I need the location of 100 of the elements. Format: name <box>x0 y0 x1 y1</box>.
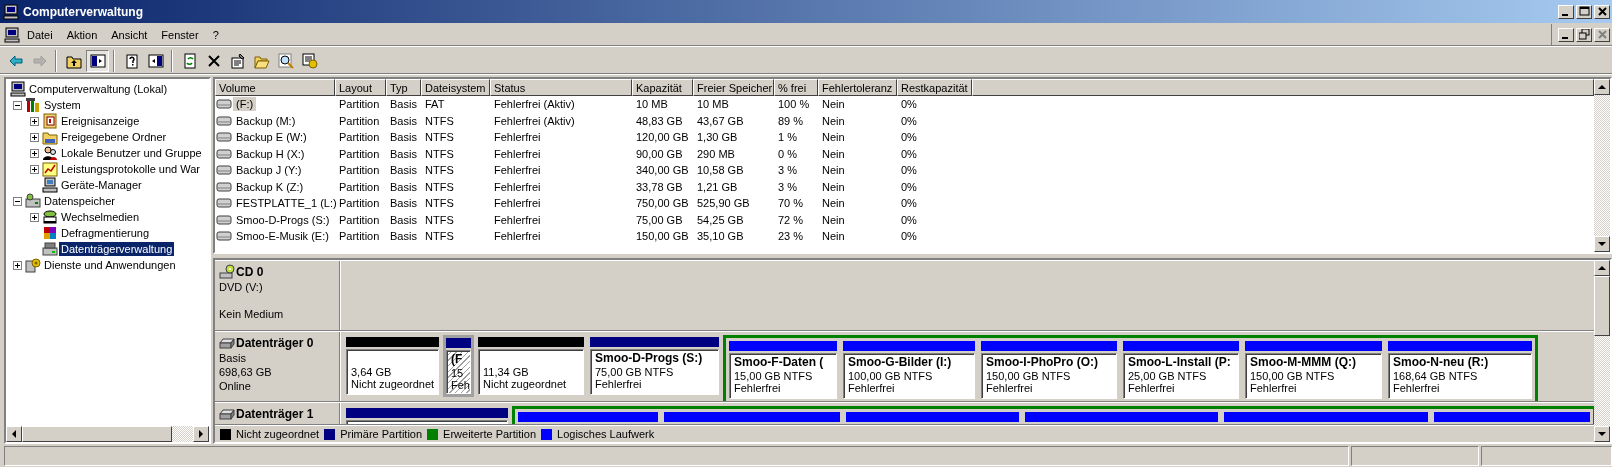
minimize-button[interactable] <box>1558 27 1574 42</box>
partition-size: 75,00 GB NTFS <box>595 365 675 378</box>
table-cell: 90,00 GB <box>636 147 683 160</box>
restore-button[interactable] <box>1576 27 1592 42</box>
folder-icon <box>42 129 58 145</box>
vertical-scrollbar[interactable] <box>1594 79 1610 253</box>
close-button[interactable] <box>1594 27 1610 42</box>
partition-size: 168,64 GB NTFS <box>1393 369 1479 382</box>
maximize-button[interactable] <box>1576 4 1592 19</box>
scroll-left-button[interactable] <box>6 426 22 442</box>
horizontal-scrollbar[interactable] <box>6 426 209 442</box>
menu-item[interactable]: Fenster <box>154 26 206 43</box>
expand-toggle[interactable] <box>30 148 39 158</box>
partition-block[interactable]: Smoo-N-neu (R:) 168,64 GB NTFS Fehlerfrei <box>1386 338 1534 401</box>
table-cell: 23 % <box>778 230 804 243</box>
partition-block[interactable]: 3,64 GB Nicht zugeordnet <box>344 334 441 397</box>
column-header[interactable]: % frei <box>774 79 818 96</box>
partition-name: (F <box>451 352 464 367</box>
volume-name[interactable]: Backup (M:) <box>233 113 299 128</box>
volume-name[interactable]: (F:) <box>233 97 257 112</box>
collapse-toggle[interactable] <box>13 100 22 110</box>
gear-icon <box>25 257 41 273</box>
tree-item[interactable]: Ereignisanzeige <box>59 114 142 128</box>
table-cell: 0% <box>901 197 917 210</box>
expand-toggle[interactable] <box>13 260 22 270</box>
table-cell: Nein <box>822 131 845 144</box>
minimize-button[interactable] <box>1558 4 1574 19</box>
partition-block[interactable]: Smoo-G-Bilder (I:) 100,00 GB NTFS Fehlerfrei <box>841 338 977 401</box>
table-cell: 0% <box>901 180 917 193</box>
volume-name[interactable]: FESTPLATTE_1 (L:) <box>233 196 340 211</box>
partition-block[interactable]: 11,34 GB Nicht zugeordnet <box>476 334 586 397</box>
search-icon <box>277 52 294 69</box>
scroll-up-button[interactable] <box>1594 260 1610 276</box>
scroll-right-button[interactable] <box>193 426 209 442</box>
show-hide-tree-button[interactable] <box>86 49 109 72</box>
volume-name[interactable]: Backup E (W:) <box>233 130 310 145</box>
tree-item[interactable]: Lokale Benutzer und Gruppe <box>59 146 204 160</box>
scrollbar-thumb[interactable] <box>22 426 172 442</box>
tree-item[interactable]: Dienste und Anwendungen <box>42 258 178 272</box>
drive-icon <box>25 193 41 209</box>
table-cell: Nein <box>822 180 845 193</box>
expand-toggle[interactable] <box>30 132 39 142</box>
volume-name[interactable]: Backup J (Y:) <box>233 163 305 178</box>
tree-item[interactable]: Datenspeicher <box>42 194 117 208</box>
tree-item[interactable]: Leistungsprotokolle und War <box>59 162 202 176</box>
partition-block[interactable]: Smoo-F-Daten ( 15,00 GB NTFS Fehlerfrei <box>727 338 839 401</box>
column-header[interactable]: Volume <box>215 79 335 96</box>
column-header[interactable]: Restkapazität <box>897 79 972 96</box>
volume-name[interactable]: Smoo-D-Progs (S:) <box>233 212 333 227</box>
table-cell: Partition <box>339 197 380 210</box>
table-cell: 150,00 GB <box>636 230 689 243</box>
tree-item[interactable]: Wechselmedien <box>59 210 142 224</box>
partition-name: Smoo-N-neu (R:) <box>1393 355 1490 370</box>
table-cell: 1,30 GB <box>697 131 738 144</box>
column-header[interactable]: Freier Speicher <box>693 79 774 96</box>
tree-item[interactable]: Geräte-Manager <box>59 178 144 192</box>
tree-item[interactable]: Freigegebene Ordner <box>59 130 169 144</box>
expand-toggle[interactable] <box>30 164 39 174</box>
legend-label: Nicht zugeordnet <box>236 428 320 441</box>
scrollbar-thumb[interactable] <box>1594 276 1610 336</box>
column-header[interactable]: Status <box>490 79 632 96</box>
partition-block[interactable]: Smoo-M-MMM (Q:) 150,00 GB NTFS Fehlerfrei <box>1243 338 1384 401</box>
table-cell: Partition <box>339 131 380 144</box>
partition-block[interactable]: Smoo-I-PhoPro (O:) 150,00 GB NTFS Fehlerfrei <box>979 338 1119 401</box>
table-cell: 89 % <box>778 114 804 127</box>
table-cell: 100 % <box>778 98 810 111</box>
table-cell: 0% <box>901 98 917 111</box>
disk-name: Datenträger 1 <box>236 406 314 421</box>
table-cell: Basis <box>390 131 417 144</box>
partition-block[interactable]: Smoo-L-Install (P: 25,00 GB NTFS Fehlerfrei <box>1121 338 1241 401</box>
menu-item[interactable]: ? <box>205 26 226 43</box>
expand-toggle[interactable] <box>30 116 39 126</box>
column-header[interactable]: Typ <box>386 79 421 96</box>
tree-item[interactable]: Computerverwaltung (Lokal) <box>27 82 170 96</box>
scroll-down-button[interactable] <box>1594 426 1610 442</box>
vertical-scrollbar[interactable] <box>1594 260 1610 442</box>
expand-toggle[interactable] <box>30 212 39 222</box>
legend-label: Erweiterte Partition <box>443 428 537 441</box>
column-header[interactable]: Layout <box>335 79 386 96</box>
triangle-icon <box>10 430 18 438</box>
column-header[interactable]: Dateisystem <box>421 79 490 96</box>
legend-label: Logisches Laufwerk <box>557 428 655 441</box>
volume-name[interactable]: Backup K (Z:) <box>233 179 307 194</box>
volume-name[interactable]: Backup H (X:) <box>233 146 308 161</box>
tree-item[interactable]: Defragmentierung <box>59 226 152 240</box>
column-header[interactable]: Fehlertoleranz <box>818 79 897 96</box>
menu-item[interactable]: Ansicht <box>104 26 155 43</box>
menu-item[interactable]: Datei <box>20 26 60 43</box>
partition-block[interactable]: Smoo-D-Progs (S:) 75,00 GB NTFS Fehlerfrei <box>588 334 721 397</box>
scroll-up-button[interactable] <box>1594 79 1610 95</box>
close-button[interactable] <box>1594 4 1610 19</box>
column-header[interactable]: Kapazität <box>632 79 693 96</box>
collapse-toggle[interactable] <box>13 196 22 206</box>
tree-item[interactable]: System <box>42 98 83 112</box>
partition-name: Smoo-D-Progs (S:) <box>595 351 704 366</box>
tree-item[interactable]: Datenträgerverwaltung <box>59 242 175 256</box>
scroll-down-button[interactable] <box>1594 236 1610 253</box>
menu-item[interactable]: Aktion <box>59 26 105 43</box>
volume-name[interactable]: Smoo-E-Musik (E:) <box>233 229 332 244</box>
partition-block[interactable]: (F 15 Feh <box>443 334 474 397</box>
